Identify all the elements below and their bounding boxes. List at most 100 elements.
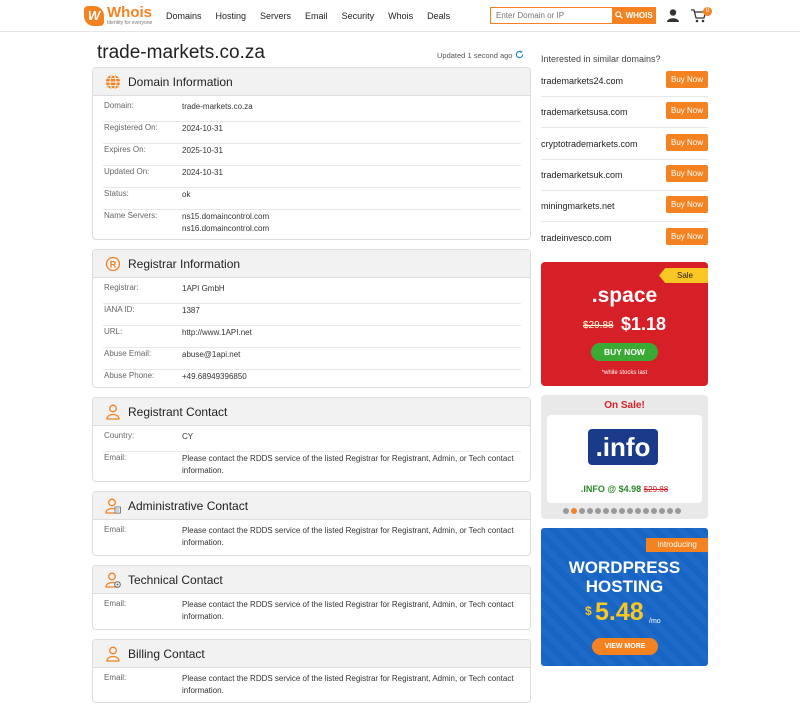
similar-domain-item: trademarkets24.com Buy Now [541, 66, 708, 97]
introducing-badge: Introducing [646, 538, 708, 552]
similar-domain-item: miningmarkets.net Buy Now [541, 191, 708, 222]
row-key: Status: [104, 189, 129, 198]
info-logo: .info [588, 429, 658, 465]
carousel-dot[interactable] [643, 508, 649, 514]
row-value: 2024-10-31 [182, 124, 223, 133]
cart-count-badge: 0 [703, 7, 712, 16]
wp-title-line2: HOSTING [585, 577, 664, 596]
space-new-price: $1.18 [621, 314, 667, 334]
carousel-dot[interactable] [603, 508, 609, 514]
row-key: URL: [104, 327, 123, 336]
nav-security[interactable]: Security [342, 10, 375, 22]
buy-now-button[interactable]: Buy Now [666, 228, 708, 245]
row-key: IANA ID: [104, 305, 135, 314]
buy-now-button[interactable]: Buy Now [666, 196, 708, 213]
buy-now-button[interactable]: Buy Now [666, 165, 708, 182]
page-title: trade-markets.co.za [97, 42, 265, 63]
info-price-old: $29.88 [643, 485, 669, 494]
carousel-dot[interactable] [595, 508, 601, 514]
carousel-dot[interactable] [667, 508, 673, 514]
logo-tagline: Identity for everyone [107, 20, 153, 26]
row-key: Updated On: [104, 167, 150, 176]
url-row: URL: http://www.1API.net [103, 327, 521, 348]
email-row: Email: Please contact the RDDS service o… [103, 453, 521, 481]
carousel-dot[interactable] [619, 508, 625, 514]
carousel-dot[interactable] [579, 508, 585, 514]
refresh-icon[interactable] [515, 50, 524, 59]
updated-timestamp: Updated 1 second ago [437, 51, 513, 60]
wordpress-hosting-banner[interactable]: Introducing WORDPRESS HOSTING $ 5.48 /mo… [541, 528, 708, 666]
carousel-dot[interactable] [635, 508, 641, 514]
search-icon [615, 11, 624, 19]
billing-contact-header: Billing Contact [93, 640, 530, 668]
similar-domain-item: tradeinvesco.com Buy Now [541, 223, 708, 254]
carousel-dot[interactable] [659, 508, 665, 514]
person-icon [106, 404, 120, 420]
row-value: +49.68949396850 [182, 372, 247, 381]
space-old-price: $29.88 [583, 320, 614, 331]
space-buy-now-button[interactable]: BUY NOW [591, 343, 658, 361]
nav-domains[interactable]: Domains [166, 10, 202, 22]
row-key: Name Servers: [104, 211, 158, 220]
row-value: ok [182, 190, 191, 199]
tech-contact-title: Technical Contact [128, 573, 223, 587]
registered-icon: R [105, 256, 121, 272]
buy-now-button[interactable]: Buy Now [666, 102, 708, 119]
row-key: Email: [104, 599, 127, 608]
status-row: Status: ok [103, 189, 521, 210]
buy-now-button[interactable]: Buy Now [666, 71, 708, 88]
space-sale-banner[interactable]: Sale .space $29.88 $1.18 BUY NOW *while … [541, 262, 708, 386]
svg-text:R: R [110, 259, 117, 269]
carousel-dot[interactable] [563, 508, 569, 514]
registrant-contact-title: Registrant Contact [128, 405, 228, 419]
similar-domain-name: trademarketsusa.com [541, 107, 628, 117]
abuse-phone-row: Abuse Phone: +49.68949396850 [103, 371, 521, 387]
info-slide[interactable]: .info .INFO @ $4.98 $29.88 [547, 415, 702, 503]
tech-contact-header: Technical Contact [93, 566, 530, 594]
row-key: Country: [104, 431, 135, 440]
row-value: 2025-10-31 [182, 146, 223, 155]
nav-hosting[interactable]: Hosting [216, 10, 247, 22]
wp-currency: $ [585, 604, 592, 618]
row-key: Email: [104, 453, 127, 462]
row-value: CY [182, 432, 194, 441]
similar-domain-item: trademarketsuk.com Buy Now [541, 160, 708, 191]
whois-search-button[interactable]: WHOIS [612, 7, 656, 24]
nav-servers[interactable]: Servers [260, 10, 291, 22]
logo-word: Whois [107, 4, 152, 21]
nav-whois[interactable]: Whois [388, 10, 413, 22]
similar-domain-name: tradeinvesco.com [541, 233, 612, 243]
domain-info-header: Domain Information [93, 68, 530, 96]
row-value: 2024-10-31 [182, 168, 223, 177]
tech-person-icon [105, 572, 121, 588]
carousel-dot[interactable] [611, 508, 617, 514]
admin-contact-card: Administrative Contact Email: Please con… [92, 491, 531, 556]
row-key: Expires On: [104, 145, 146, 154]
carousel-dot[interactable] [571, 508, 577, 514]
iana-id-row: IANA ID: 1387 [103, 305, 521, 326]
row-value: Please contact the RDDS service of the l… [182, 454, 514, 475]
registrar-info-title: Registrar Information [128, 257, 241, 271]
registrar-info-card: R Registrar Information Registrar: 1API … [92, 249, 531, 388]
wp-view-more-button[interactable]: VIEW MORE [592, 638, 658, 655]
carousel-dot[interactable] [651, 508, 657, 514]
logo-mark-icon: W [84, 6, 104, 26]
similar-domains-title: Interested in similar domains? [541, 54, 661, 64]
registrar-row: Registrar: 1API GmbH [103, 283, 521, 304]
whois-logo[interactable]: W Whois Identity for everyone [84, 5, 154, 27]
globe-icon [106, 74, 120, 90]
nav-email[interactable]: Email [305, 10, 328, 22]
billing-contact-title: Billing Contact [128, 647, 205, 661]
nav-deals[interactable]: Deals [427, 10, 450, 22]
registrar-url-link[interactable]: http://www.1API.net [182, 327, 522, 339]
name-server-1: ns15.domaincontrol.com [182, 212, 270, 221]
user-icon[interactable] [667, 9, 679, 22]
carousel-dot[interactable] [627, 508, 633, 514]
similar-domain-name: cryptotrademarkets.com [541, 139, 638, 149]
carousel-dot[interactable] [675, 508, 681, 514]
space-stock-note: *while stocks last [601, 370, 648, 376]
buy-now-button[interactable]: Buy Now [666, 134, 708, 151]
domain-search-input[interactable] [490, 7, 612, 24]
wp-price: 5.48 [595, 598, 644, 626]
carousel-dot[interactable] [587, 508, 593, 514]
